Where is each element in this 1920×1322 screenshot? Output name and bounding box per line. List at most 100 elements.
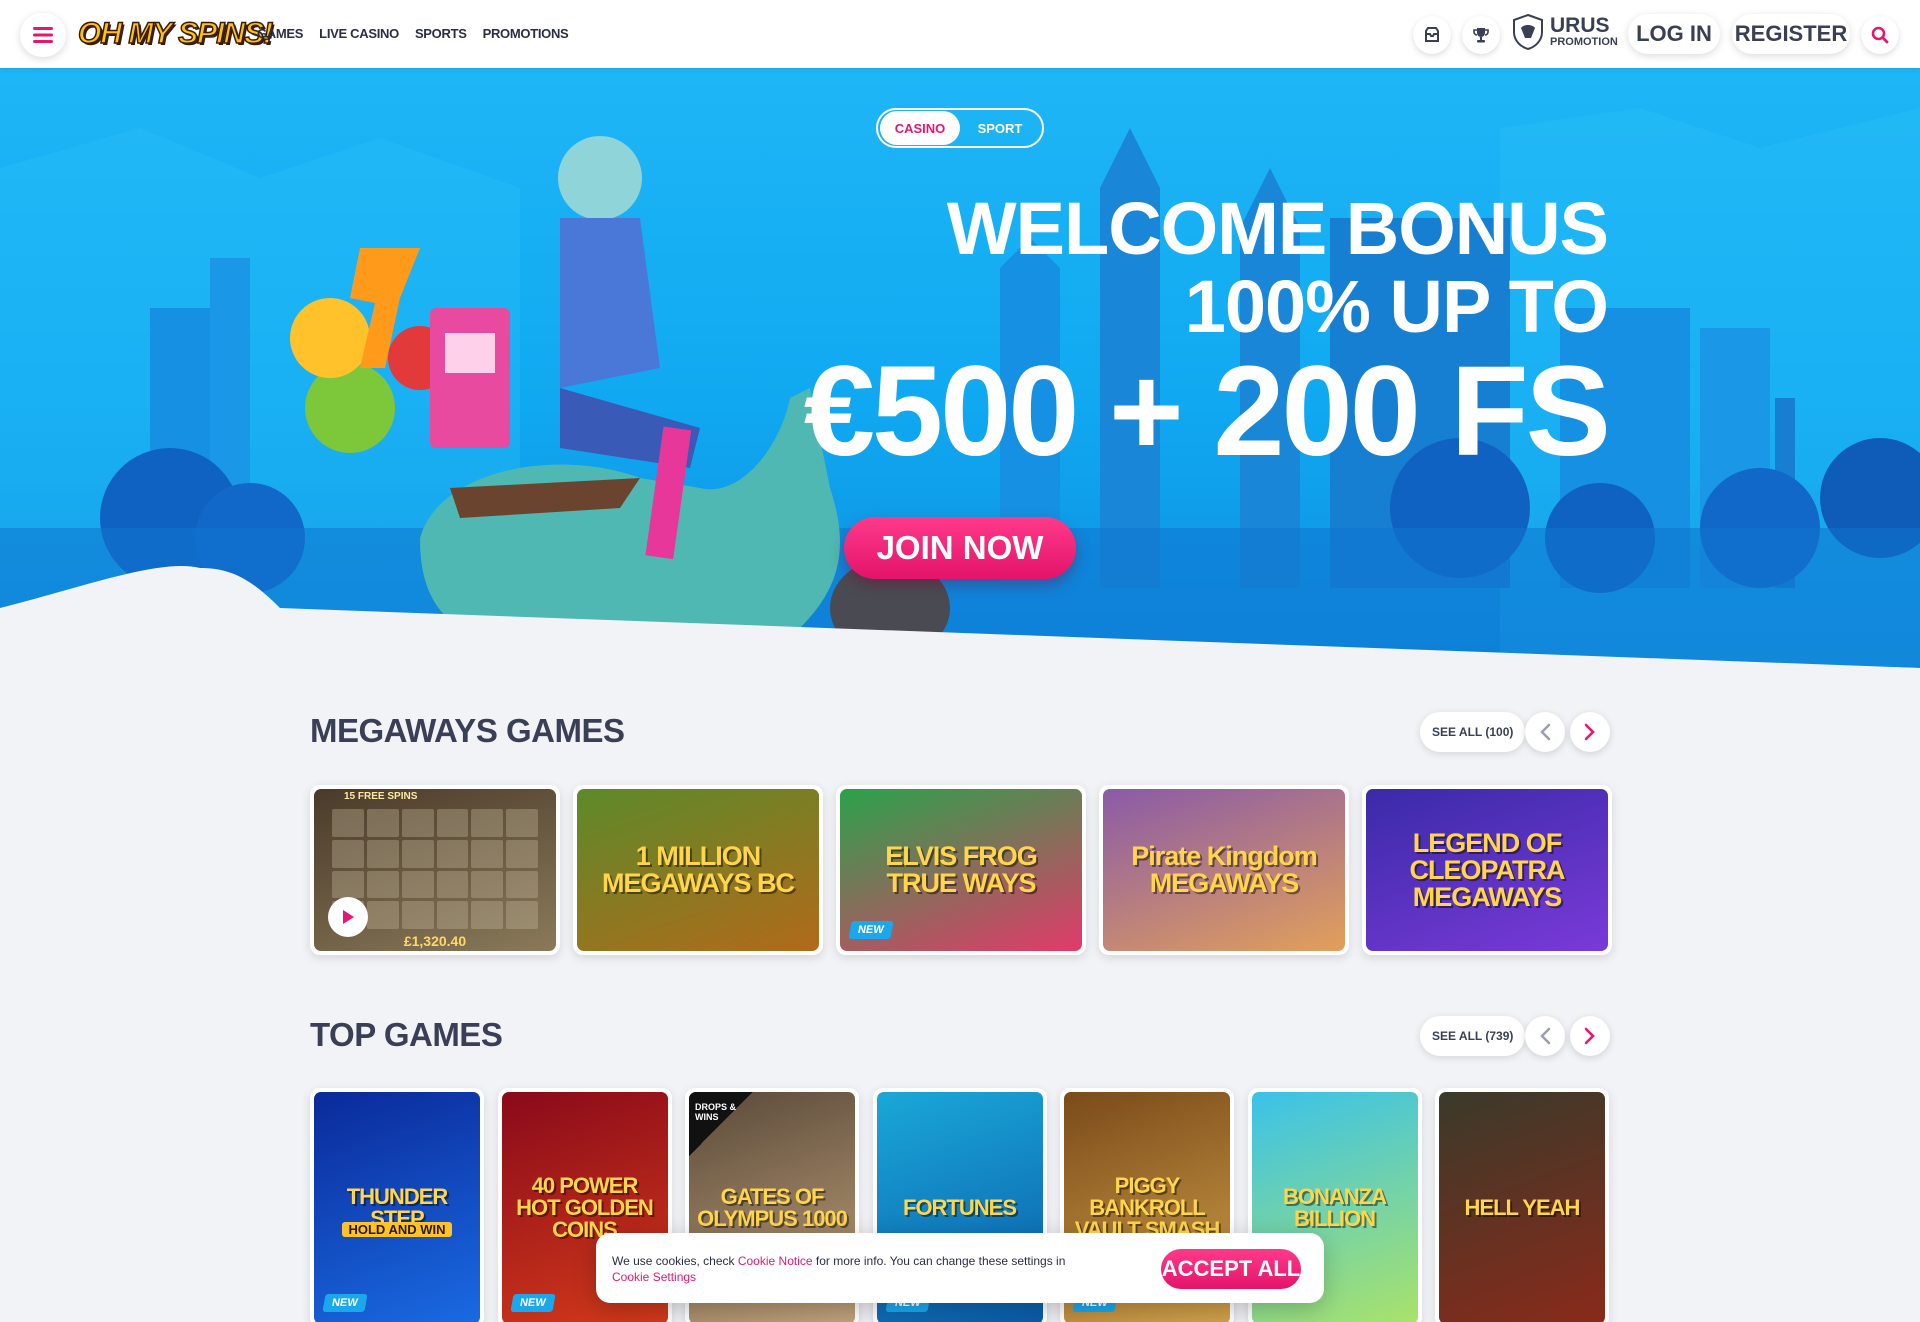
reel-symbol [471, 870, 504, 899]
new-badge: NEW [848, 921, 894, 939]
game-tile[interactable]: THUNDER STEP HOLD AND WIN NEW [310, 1088, 484, 1322]
new-badge: NEW [509, 1294, 555, 1312]
game-subtitle: HOLD AND WIN [342, 1221, 452, 1237]
cookie-message: We use cookies, check Cookie Notice for … [612, 1253, 1112, 1285]
game-tile[interactable]: LEGEND OF CLEOPATRA MEGAWAYS [1362, 785, 1612, 955]
game-title: Pirate Kingdom MEGAWAYS [1131, 841, 1318, 898]
game-title: GATES OF OLYMPUS 1000 [697, 1184, 848, 1231]
megaways-see-all-button[interactable]: SEE ALL (100) [1420, 712, 1526, 752]
game-thumbnail: Pirate Kingdom MEGAWAYS [1103, 789, 1345, 951]
reel-symbol [401, 839, 434, 868]
game-thumbnail: 1 MILLION MEGAWAYS BC [577, 789, 819, 951]
hero-banner: CASINO SPORT WELCOME BONUS 100% UP TO €5… [0, 68, 1920, 668]
game-tile[interactable]: 15 FREE SPINS £1,320.40 [310, 785, 560, 955]
reel-symbol [332, 839, 364, 868]
chevron-left-icon [1540, 723, 1551, 741]
game-thumbnail: LEGEND OF CLEOPATRA MEGAWAYS [1366, 789, 1608, 951]
game-thumbnail: THUNDER STEP HOLD AND WIN NEW [314, 1092, 480, 1322]
cookie-banner: We use cookies, check Cookie Notice for … [596, 1233, 1324, 1303]
game-title: FORTUNES [903, 1195, 1017, 1220]
bonus-headline: WELCOME BONUS [946, 187, 1609, 270]
casino-sport-toggle[interactable]: CASINO SPORT [876, 108, 1044, 148]
game-title: PIGGY BANKROLL VAULT SMASH [1074, 1173, 1221, 1242]
reel-symbol [366, 839, 399, 868]
reel-symbol [436, 901, 469, 929]
toggle-casino[interactable]: CASINO [880, 111, 960, 145]
menu-button[interactable] [20, 13, 66, 57]
game-title: BONANZA BILLION [1283, 1184, 1387, 1231]
urus-promotion[interactable]: URUS PROMOTION [1512, 14, 1618, 50]
nav-games[interactable]: GAMES [257, 26, 303, 41]
game-title: 40 POWER HOT GOLDEN COINS [516, 1173, 654, 1242]
reel-symbol [471, 839, 504, 868]
top-games-prev-button[interactable] [1525, 1016, 1565, 1056]
chevron-left-icon [1540, 1027, 1551, 1045]
menu-icon [33, 27, 53, 43]
reel-symbol [471, 901, 504, 929]
new-badge: NEW [322, 1294, 368, 1312]
search-button[interactable] [1861, 16, 1899, 54]
inbox-button[interactable] [1413, 16, 1451, 54]
trophy-icon [1473, 28, 1489, 43]
game-title: 1 MILLION MEGAWAYS BC [601, 841, 795, 898]
top-games-section-title: TOP GAMES [310, 1016, 503, 1053]
game-thumbnail: HELL YEAH [1439, 1092, 1605, 1322]
reel-symbol [436, 809, 469, 837]
nav-live-casino[interactable]: LIVE CASINO [319, 26, 399, 41]
reel-symbol [471, 809, 504, 837]
reel-symbol [436, 839, 469, 868]
drops-wins-ribbon: DROPS & WINS [689, 1092, 753, 1156]
reel-symbol [506, 901, 538, 929]
join-now-button[interactable]: JOIN NOW [844, 517, 1076, 579]
cookie-text-2: for more info. You can change these sett… [812, 1254, 1066, 1268]
inbox-icon [1425, 27, 1439, 42]
top-games-see-all-button[interactable]: SEE ALL (739) [1420, 1016, 1526, 1056]
reel-symbol [506, 809, 538, 837]
game-tile[interactable]: Pirate Kingdom MEGAWAYS [1099, 785, 1349, 955]
nav-promotions[interactable]: PROMOTIONS [483, 26, 569, 41]
megaways-section-title: MEGAWAYS GAMES [310, 712, 625, 749]
game-title: HELL YEAH [1464, 1195, 1581, 1220]
reel-symbol [332, 870, 364, 899]
game-thumbnail: ELVIS FROG TRUE WAYS NEW [840, 789, 1082, 951]
game-tile[interactable]: HELL YEAH [1435, 1088, 1609, 1322]
reel-symbol [366, 870, 399, 899]
game-tile[interactable]: 1 MILLION MEGAWAYS BC [573, 785, 823, 955]
bonus-amount: €500 + 200 FS [803, 340, 1611, 483]
login-button[interactable]: LOG IN [1628, 14, 1720, 54]
game-title: ELVIS FROG TRUE WAYS [885, 841, 1038, 898]
game-title: LEGEND OF CLEOPATRA MEGAWAYS [1409, 827, 1566, 912]
game-thumbnail: 15 FREE SPINS £1,320.40 [314, 789, 556, 951]
reel-symbol [506, 839, 538, 868]
top-games-next-button[interactable] [1570, 1016, 1610, 1056]
toggle-sport[interactable]: SPORT [960, 111, 1040, 145]
megaways-next-button[interactable] [1570, 712, 1610, 752]
reel-symbol [366, 901, 399, 929]
game-tile[interactable]: ELVIS FROG TRUE WAYS NEW [836, 785, 1086, 955]
cookie-settings-link[interactable]: Cookie Settings [612, 1270, 696, 1284]
play-icon [343, 910, 354, 924]
cookie-notice-link[interactable]: Cookie Notice [738, 1254, 813, 1268]
reel-symbol [436, 870, 469, 899]
chevron-right-icon [1584, 1027, 1595, 1045]
play-button[interactable] [328, 897, 368, 937]
trophy-button[interactable] [1462, 16, 1500, 54]
site-header: OH MY SPINS! GAMES LIVE CASINO SPORTS PR… [0, 0, 1920, 68]
megaways-prev-button[interactable] [1525, 712, 1565, 752]
reel-symbol [506, 870, 538, 899]
urus-subtitle: PROMOTION [1550, 36, 1618, 48]
urus-title: URUS [1550, 14, 1610, 37]
register-button[interactable]: REGISTER [1732, 14, 1850, 54]
main-nav: GAMES LIVE CASINO SPORTS PROMOTIONS [257, 26, 569, 41]
accept-all-button[interactable]: ACCEPT ALL [1161, 1249, 1301, 1289]
free-spins-banner: 15 FREE SPINS [344, 791, 418, 802]
logo[interactable]: OH MY SPINS! [77, 14, 274, 54]
reel-symbol [401, 870, 434, 899]
reel-symbol [401, 901, 434, 929]
reel-symbol [401, 809, 434, 837]
nav-sports[interactable]: SPORTS [415, 26, 467, 41]
reel-symbol [332, 809, 364, 837]
bull-shield-icon [1513, 14, 1543, 50]
bonus-subheadline: 100% UP TO [1184, 265, 1609, 348]
cookie-text-1: We use cookies, check [612, 1254, 738, 1268]
